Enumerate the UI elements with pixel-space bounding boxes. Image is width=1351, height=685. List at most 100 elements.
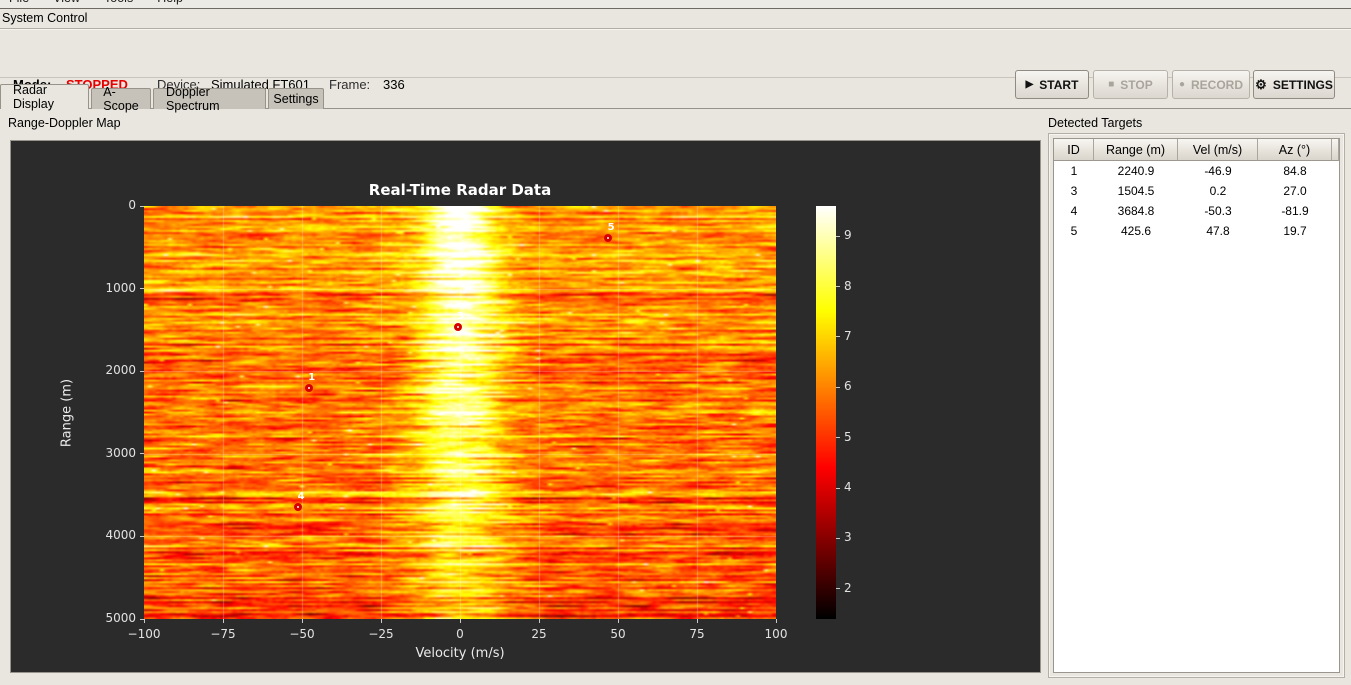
colorbar-tick-label: 4: [844, 480, 852, 495]
x-axis-tick-label: 25: [531, 627, 547, 641]
range-doppler-plot-panel: Real-Time Radar Data −100 −75 −50 −25 0 25 50 7…: [10, 140, 1041, 673]
y-axis-tick-label: 5000: [105, 611, 136, 625]
colorbar-tickmark: [836, 487, 840, 489]
y-axis-tick-label: 0: [128, 198, 136, 212]
table-cell: 3684.8: [1117, 204, 1155, 218]
detected-targets-group-label: Detected Targets: [1048, 116, 1143, 130]
x-axis-tick-label: −100: [127, 627, 161, 641]
plot-title: Real-Time Radar Data: [368, 181, 552, 199]
x-axis-tickmark: [617, 619, 619, 623]
colorbar-tickmark: [836, 588, 840, 590]
x-axis-tickmark: [143, 619, 145, 623]
table-cell: 425.6: [1120, 224, 1152, 238]
table-cell: 1: [1070, 164, 1078, 178]
column-header-filler: [1332, 139, 1339, 161]
menu-item-help[interactable]: Help: [157, 0, 183, 8]
y-axis-tickmark: [140, 288, 144, 290]
y-axis-tick-label: 1000: [105, 280, 136, 295]
menu-item-view[interactable]: View: [53, 0, 80, 8]
colorbar-tickmark: [836, 386, 840, 388]
tab-settings[interactable]: Settings: [268, 88, 324, 109]
x-axis-tickmark: [696, 619, 698, 623]
colorbar-tickmark: [836, 437, 840, 439]
detected-targets-table[interactable]: ID Range (m) Vel (m/s) Az (°) 1 2240.9 -46.9 8…: [1053, 138, 1340, 673]
table-cell: 5: [1070, 224, 1078, 238]
table-cell: 0.2: [1209, 184, 1227, 198]
y-axis-tick-label: 4000: [105, 528, 136, 543]
target-marker-label: 1: [308, 372, 316, 384]
menu-bar: File View Tools Help: [0, 0, 1351, 9]
table-cell: 3: [1070, 184, 1078, 198]
x-axis-tickmark: [775, 619, 777, 623]
tab-radar-display[interactable]: Radar Display: [0, 83, 89, 111]
y-axis-tickmark: [140, 618, 144, 620]
table-row[interactable]: 4 3684.8 -50.3 -81.9: [1054, 201, 1339, 221]
table-cell: 1504.5: [1117, 184, 1155, 198]
colorbar-tick-label: 3: [844, 530, 852, 545]
system-control-row: Mode: STOPPED Device: Simulated FT601 Fr…: [0, 29, 1351, 99]
x-axis-label: Velocity (m/s): [415, 646, 505, 661]
system-control-group-label: System Control: [2, 11, 88, 25]
x-axis-tick-label: 100: [764, 627, 788, 641]
target-marker-label: 5: [607, 222, 615, 234]
x-axis-tick-label: −25: [368, 627, 394, 641]
y-axis-tickmark: [140, 453, 144, 455]
target-marker[interactable]: [453, 323, 462, 332]
table-cell: -81.9: [1281, 204, 1309, 218]
y-axis-tickmark: [140, 370, 144, 372]
y-axis-label: Range (m): [59, 378, 75, 447]
table-cell: 47.8: [1206, 224, 1230, 238]
colorbar-tickmark: [836, 286, 840, 288]
table-cell: 84.8: [1283, 164, 1307, 178]
x-axis-tickmark: [459, 619, 461, 623]
y-axis-tickmark: [140, 535, 144, 537]
detected-targets-panel: ID Range (m) Vel (m/s) Az (°) 1 2240.9 -46.9 8…: [1048, 133, 1345, 678]
x-axis-tickmark: [301, 619, 303, 623]
table-cell: -50.3: [1204, 204, 1232, 218]
table-header-row: ID Range (m) Vel (m/s) Az (°): [1054, 139, 1339, 161]
colorbar-tickmark: [836, 537, 840, 539]
target-marker[interactable]: [304, 384, 313, 393]
x-axis-tickmark: [222, 619, 224, 623]
menu-item-tools[interactable]: Tools: [104, 0, 133, 8]
column-header-az[interactable]: Az (°): [1258, 139, 1332, 161]
x-axis-tick-label: 75: [689, 627, 705, 641]
tab-bar: Radar Display A-Scope Doppler Spectrum Sett…: [0, 83, 1351, 113]
colorbar-tick-label: 8: [844, 278, 852, 293]
y-axis-tickmark: [140, 205, 144, 207]
colorbar: [816, 206, 836, 619]
table-row[interactable]: 1 2240.9 -46.9 84.8: [1054, 161, 1339, 181]
colorbar-tick-label: 7: [844, 328, 852, 343]
table-cell: -46.9: [1204, 164, 1232, 178]
table-row[interactable]: 3 1504.5 0.2 27.0: [1054, 181, 1339, 201]
menu-item-file[interactable]: File: [9, 0, 29, 8]
table-row[interactable]: 5 425.6 47.8 19.7: [1054, 221, 1339, 241]
colorbar-tickmark: [836, 336, 840, 338]
x-axis-tick-label: 0: [456, 627, 464, 641]
colorbar-tick-label: 5: [844, 429, 852, 444]
y-axis-tick-label: 3000: [105, 445, 136, 460]
radar-application-window: File View Tools Help System Control Mode: S…: [0, 0, 1351, 685]
table-cell: 2240.9: [1117, 164, 1155, 178]
tab-doppler-spectrum[interactable]: Doppler Spectrum: [153, 85, 266, 113]
x-axis-tick-label: 50: [610, 627, 626, 641]
target-marker-label: 4: [297, 491, 305, 503]
table-cell: 27.0: [1283, 184, 1307, 198]
x-axis-tick-label: −75: [210, 627, 236, 641]
colorbar-tick-label: 6: [844, 379, 852, 394]
x-axis-tickmark: [538, 619, 540, 623]
tab-a-scope[interactable]: A-Scope: [91, 85, 151, 113]
range-doppler-heatmap[interactable]: [144, 206, 776, 619]
x-axis-tick-label: −50: [289, 627, 315, 641]
column-header-velms[interactable]: Vel (m/s): [1178, 139, 1258, 161]
y-axis-tick-label: 2000: [105, 363, 136, 378]
colorbar-tick-label: 9: [844, 228, 852, 243]
column-header-rangem[interactable]: Range (m): [1094, 139, 1178, 161]
table-cell: 19.7: [1283, 224, 1307, 238]
colorbar-tick-label: 2: [844, 580, 852, 595]
x-axis-tickmark: [380, 619, 382, 623]
column-header-id[interactable]: ID: [1054, 139, 1094, 161]
target-marker-label: 3: [457, 311, 465, 323]
colorbar-tickmark: [836, 235, 840, 237]
table-cell: 4: [1070, 204, 1078, 218]
